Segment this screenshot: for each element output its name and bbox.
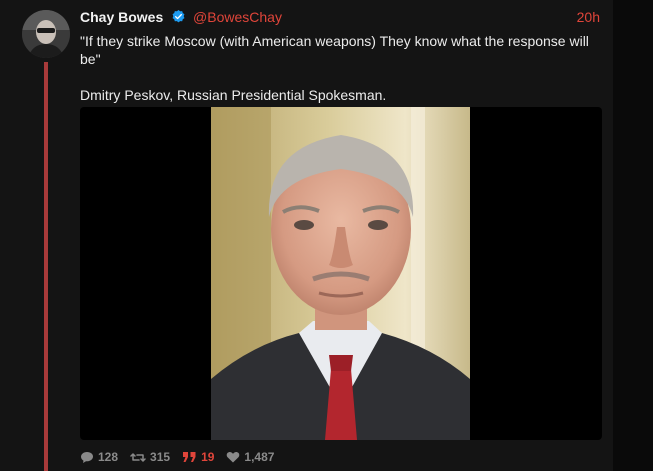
author-name[interactable]: Chay Bowes [80,9,163,25]
post-header: Chay Bowes @BowesChay 20h [80,7,602,27]
post-media[interactable] [80,107,602,440]
right-gutter [613,0,653,471]
avatar-photo [22,10,70,58]
avatar[interactable] [22,10,70,58]
heart-icon [227,451,240,463]
repost-arrows-icon [130,452,146,462]
like-button[interactable]: 1,487 [226,450,274,464]
verified-badge-icon [172,9,185,23]
speech-bubble-icon [81,451,93,463]
post-quote: "If they strike Moscow (with American we… [80,33,589,67]
like-count: 1,487 [244,450,275,464]
feed-column: Chay Bowes @BowesChay 20h "If they strik… [0,0,613,471]
repost-button[interactable]: 315 [130,450,170,464]
quote-button[interactable]: 19 [182,450,214,464]
page: Chay Bowes @BowesChay 20h "If they strik… [0,0,653,471]
quote-marks-icon [183,452,196,462]
portrait-photo [211,107,470,440]
post-timestamp[interactable]: 20h [577,7,600,27]
quote-count: 19 [201,450,215,464]
reply-button[interactable]: 128 [80,450,118,464]
author-handle[interactable]: @BowesChay [193,9,282,25]
thread-line [44,62,48,471]
repost-count: 315 [150,450,171,464]
post-attribution: Dmitry Peskov, Russian Presidential Spok… [80,87,387,103]
reply-count: 128 [98,450,119,464]
post-actions: 128 315 19 1,487 [80,447,286,467]
